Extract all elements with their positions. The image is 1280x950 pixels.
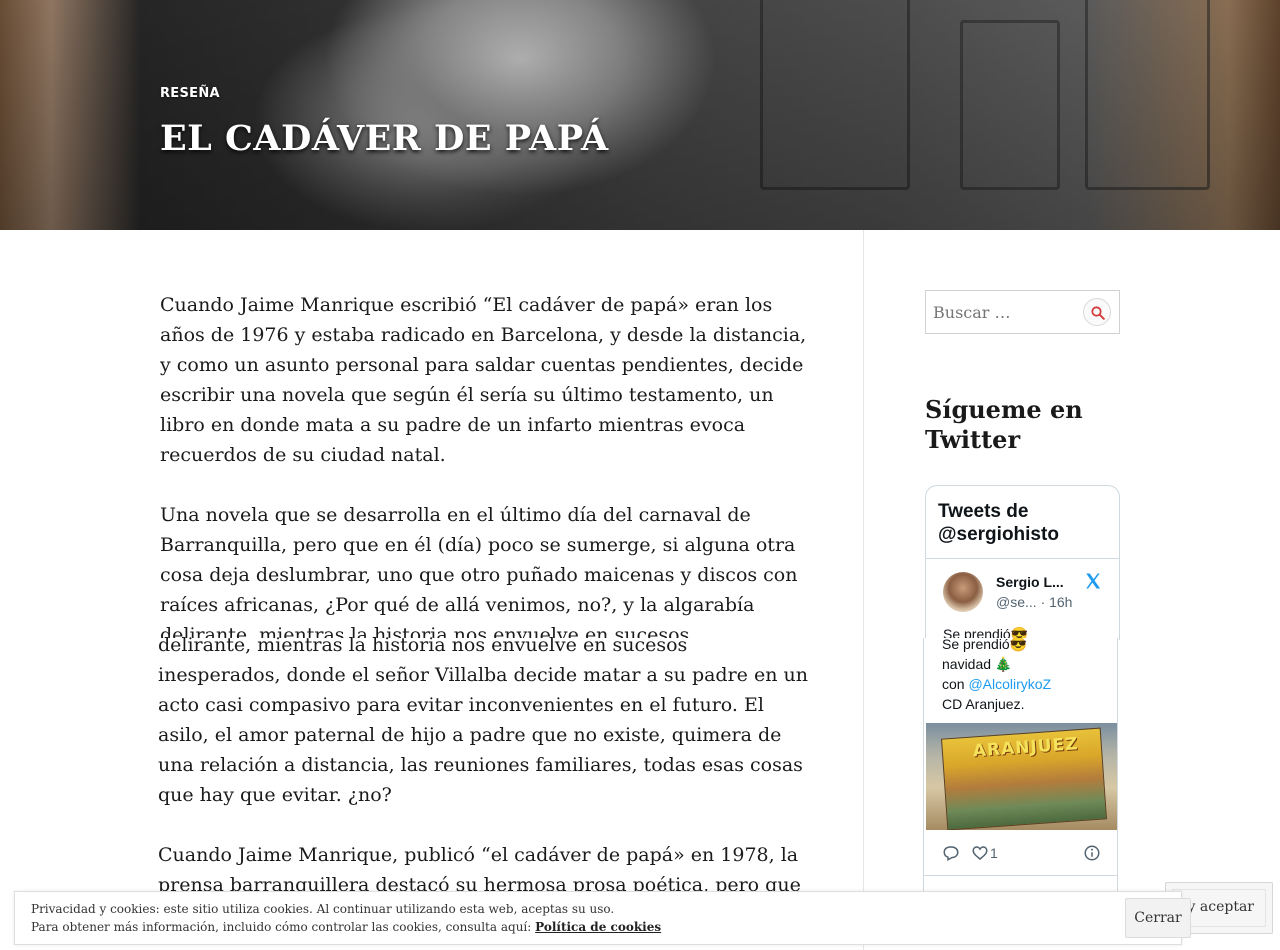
tweet-text-line: Se prendió😎 [942,638,1028,652]
cookie-notice-prefix: Para obtener más información, incluido c… [31,920,536,934]
twitter-timeline: Tweets de @sergiohisto Sergio L... @se..… [925,485,1120,640]
like-count: 1 [990,845,998,861]
tweet-text-line: CD Aranjuez. [942,696,1025,712]
cookie-consent-bar: Privacidad y cookies: este sitio utiliza… [14,891,1191,945]
divider [924,875,1117,876]
reply-icon[interactable] [942,844,960,862]
search-form [925,290,1120,334]
x-logo-icon[interactable] [1084,572,1102,590]
tweet-author-handle[interactable]: @se... · 16h [996,594,1072,610]
cookie-policy-link[interactable]: Política de cookies [535,920,661,934]
divider [926,558,1119,559]
album-cover: ARANJUEZ [940,727,1108,830]
hero-header: RESEÑA EL CADÁVER DE PAPÁ [0,0,1280,230]
article-body-upper: Cuando Jaime Manrique escribió “El cadáv… [160,290,810,638]
search-input[interactable] [926,291,1076,333]
tweet-actions: 1 [942,844,1102,864]
tweet-handle[interactable]: @se... [996,594,1037,610]
article-paragraph: Cuando Jaime Manrique escribió “El cadáv… [160,294,807,466]
tweet-text: Se prendió😎 navidad 🎄 con @AlcolirykoZ C… [942,638,1051,714]
hero-overlay [0,0,1280,230]
cookie-notice-line: Para obtener más información, incluido c… [31,918,661,936]
content-divider [863,230,864,950]
article-paragraph: delirante, mientras la historia nos envu… [158,634,808,806]
post-category-link[interactable]: RESEÑA [160,86,220,101]
twitter-timeline-continued: Se prendió😎 navidad 🎄 con @AlcolirykoZ C… [923,638,1118,898]
tweet-time[interactable]: · 16h [1041,594,1073,610]
post-title: EL CADÁVER DE PAPÁ [160,118,609,159]
tweet-author-name[interactable]: Sergio L... [996,574,1064,590]
tweet-text-prefix: con [942,676,969,692]
twitter-widget-title: Sígueme en Twitter [925,395,1083,454]
heart-icon[interactable] [971,844,989,862]
tweet-media-image[interactable]: ARANJUEZ [926,723,1117,830]
twitter-timeline-header[interactable]: Tweets de @sergiohisto [938,500,1108,546]
search-icon [1091,306,1105,320]
search-button[interactable] [1083,298,1111,326]
info-icon[interactable] [1083,844,1101,862]
close-cookies-button[interactable]: Cerrar [1125,898,1191,938]
tweet-text-line: navidad 🎄 [942,656,1013,672]
cookie-notice-text: Privacidad y cookies: este sitio utiliza… [31,900,661,936]
tweet-mention-link[interactable]: @AlcolirykoZ [968,676,1051,692]
album-cover-title: ARANJUEZ [972,734,1080,762]
avatar[interactable] [943,572,983,612]
tweet-text-line: con @AlcolirykoZ [942,674,1051,694]
cookie-notice-line: Privacidad y cookies: este sitio utiliza… [31,902,615,916]
article-paragraph: Una novela que se desarrolla en el últim… [160,504,798,638]
